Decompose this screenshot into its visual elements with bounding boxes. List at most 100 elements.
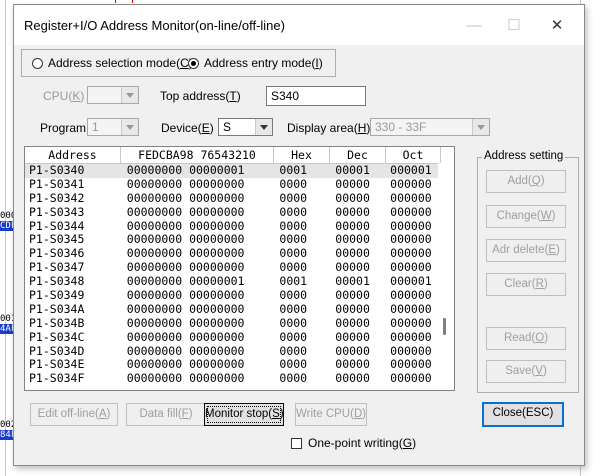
device-label: Device(E) <box>161 121 214 135</box>
display-area-select[interactable]: 330 - 33F <box>370 118 490 136</box>
table-row[interactable]: P1-S0347 00000000 00000000 0000 00000 000000 <box>25 260 440 275</box>
cell-oct: 000000 <box>390 218 432 233</box>
cell-hex: 0000 <box>279 329 308 344</box>
column-header-bits[interactable]: FEDCBA98 76543210 <box>121 147 274 163</box>
table-row[interactable]: P1-S0341 00000000 00000000 0000 00000 000000 <box>25 176 440 192</box>
device-value: S <box>223 120 232 134</box>
monitor-stop-button[interactable]: Monitor stop(S) <box>204 403 284 426</box>
edit-offline-button[interactable]: Edit off-line(A) <box>30 403 118 426</box>
table-header: Address FEDCBA98 76543210 Hex Dec Oct <box>25 147 454 164</box>
cell-bits: 00000000 00000000 <box>126 190 245 205</box>
cell-oct: 000000 <box>390 371 432 386</box>
background-tag: 000 CDF <box>0 211 17 231</box>
radio-checked-icon <box>188 57 199 69</box>
cell-oct: 000000 <box>390 329 432 344</box>
cell-hex: 0000 <box>279 218 308 233</box>
cell-bits: 00000000 00000000 <box>126 232 245 247</box>
cell-dec: 00000 <box>335 260 370 275</box>
cell-dec: 00000 <box>335 301 370 316</box>
cell-oct: 000000 <box>390 246 432 261</box>
cell-bits: 00000000 00000000 <box>126 218 245 233</box>
table-row[interactable]: P1-S034C 00000000 00000000 0000 00000 000000 <box>25 329 440 345</box>
minimize-icon: — <box>466 17 482 34</box>
table-row[interactable]: P1-S0340 00000000 00000001 0001 00001 000001 <box>25 163 440 178</box>
table-row[interactable]: P1-S034D 00000000 00000000 0000 00000 000000 <box>25 343 440 359</box>
cell-oct: 000000 <box>390 260 432 275</box>
cell-address: P1-S0348 <box>29 274 85 289</box>
one-point-writing-checkbox[interactable]: One-point writing(G) <box>291 436 416 450</box>
cell-oct: 000000 <box>390 190 432 205</box>
close-icon[interactable]: ✕ <box>542 13 572 39</box>
address-entry-mode-radio[interactable]: Address entry mode(I) <box>188 56 323 70</box>
adr-delete-button[interactable]: Adr delete(E) <box>486 239 566 262</box>
cell-address: P1-S0343 <box>29 204 85 219</box>
maximize-icon: ☐ <box>507 17 521 34</box>
cell-address: P1-S0341 <box>29 176 85 191</box>
add-button[interactable]: Add(Q) <box>486 170 566 193</box>
address-selection-mode-radio[interactable]: Address selection mode(C) <box>32 56 193 70</box>
close-button[interactable]: Close(ESC) <box>482 402 564 427</box>
cpu-select[interactable] <box>87 86 139 104</box>
cell-address: P1-S0340 <box>29 163 85 177</box>
column-header-address[interactable]: Address <box>25 147 121 163</box>
cell-hex: 0000 <box>279 204 308 219</box>
device-select[interactable]: S <box>218 118 273 136</box>
table-row[interactable]: P1-S0343 00000000 00000000 0000 00000 000000 <box>25 204 440 220</box>
table-row[interactable]: P1-S0349 00000000 00000000 0000 00000 000000 <box>25 288 440 303</box>
clear-button[interactable]: Clear(R) <box>486 273 566 296</box>
cell-bits: 00000000 00000000 <box>126 288 245 303</box>
table-row[interactable]: P1-S034F 00000000 00000000 0000 00000 000000 <box>25 371 440 386</box>
cell-hex: 0000 <box>279 301 308 316</box>
column-header-dec[interactable]: Dec <box>330 147 386 163</box>
chevron-down-icon <box>255 119 272 135</box>
cell-address: P1-S0347 <box>29 260 85 275</box>
cell-dec: 00000 <box>335 176 370 191</box>
program-value: 1 <box>92 120 99 134</box>
table-row[interactable]: P1-S0342 00000000 00000000 0000 00000 000000 <box>25 190 440 206</box>
top-address-input[interactable]: S340 <box>266 86 366 106</box>
table-row[interactable]: P1-S034B 00000000 00000000 0000 00000 000000 <box>25 315 440 331</box>
table-row[interactable]: P1-S034E 00000000 00000000 0000 00000 000000 <box>25 358 440 372</box>
write-cpu-button[interactable]: Write CPU(D) <box>295 403 367 426</box>
cell-bits: 00000000 00000000 <box>126 329 245 344</box>
address-setting-legend: Address setting <box>482 150 566 162</box>
cell-address: P1-S0346 <box>29 246 85 261</box>
cell-bits: 00000000 00000000 <box>126 260 245 275</box>
cell-bits: 00000000 00000000 <box>126 301 245 316</box>
cell-oct: 000000 <box>390 288 432 303</box>
cell-dec: 00000 <box>335 204 370 219</box>
vertical-scrollbar[interactable] <box>438 163 454 390</box>
cell-dec: 00000 <box>335 343 370 358</box>
cell-address: P1-S0345 <box>29 232 85 247</box>
title-bar[interactable]: Register+I/O Address Monitor(on-line/off… <box>14 5 584 45</box>
cell-bits: 00000000 00000000 <box>126 204 245 219</box>
table-body: P1-S0340 00000000 00000001 0001 00001 000001… <box>25 163 440 386</box>
cell-bits: 00000000 00000000 <box>126 343 245 358</box>
cell-address: P1-S0349 <box>29 288 85 303</box>
scrollbar-thumb[interactable] <box>443 318 446 335</box>
cell-dec: 00001 <box>335 274 370 289</box>
cpu-label: CPU(K) <box>43 89 85 103</box>
column-header-hex[interactable]: Hex <box>274 147 330 163</box>
radio-label: Address entry mode(I) <box>204 56 323 70</box>
column-header-oct[interactable]: Oct <box>386 147 441 163</box>
table-row[interactable]: P1-S0344 00000000 00000000 0000 00000 000000 <box>25 218 440 234</box>
read-button[interactable]: Read(O) <box>486 327 566 350</box>
table-row[interactable]: P1-S0345 00000000 00000000 0000 00000 000000 <box>25 233 440 247</box>
cell-hex: 0000 <box>279 260 308 275</box>
program-select[interactable]: 1 <box>87 118 139 136</box>
cell-dec: 00000 <box>335 232 370 247</box>
program-label: Program <box>40 121 87 135</box>
cell-hex: 0000 <box>279 246 308 261</box>
table-row[interactable]: P1-S0346 00000000 00000000 0000 00000 000000 <box>25 246 440 261</box>
cell-hex: 0000 <box>279 371 308 386</box>
table-row[interactable]: P1-S034A 00000000 00000000 0000 00000 000000 <box>25 301 440 317</box>
change-button[interactable]: Change(W) <box>486 205 566 228</box>
cell-address: P1-S034A <box>29 301 85 316</box>
save-button[interactable]: Save(V) <box>486 360 566 383</box>
cell-oct: 000001 <box>390 274 432 289</box>
cell-address: P1-S034B <box>29 315 85 330</box>
register-table[interactable]: Address FEDCBA98 76543210 Hex Dec Oct P1… <box>24 146 455 391</box>
table-row[interactable]: P1-S0348 00000000 00000001 0001 00001 000001 <box>25 274 440 289</box>
data-fill-button[interactable]: Data fill(F) <box>126 403 206 426</box>
